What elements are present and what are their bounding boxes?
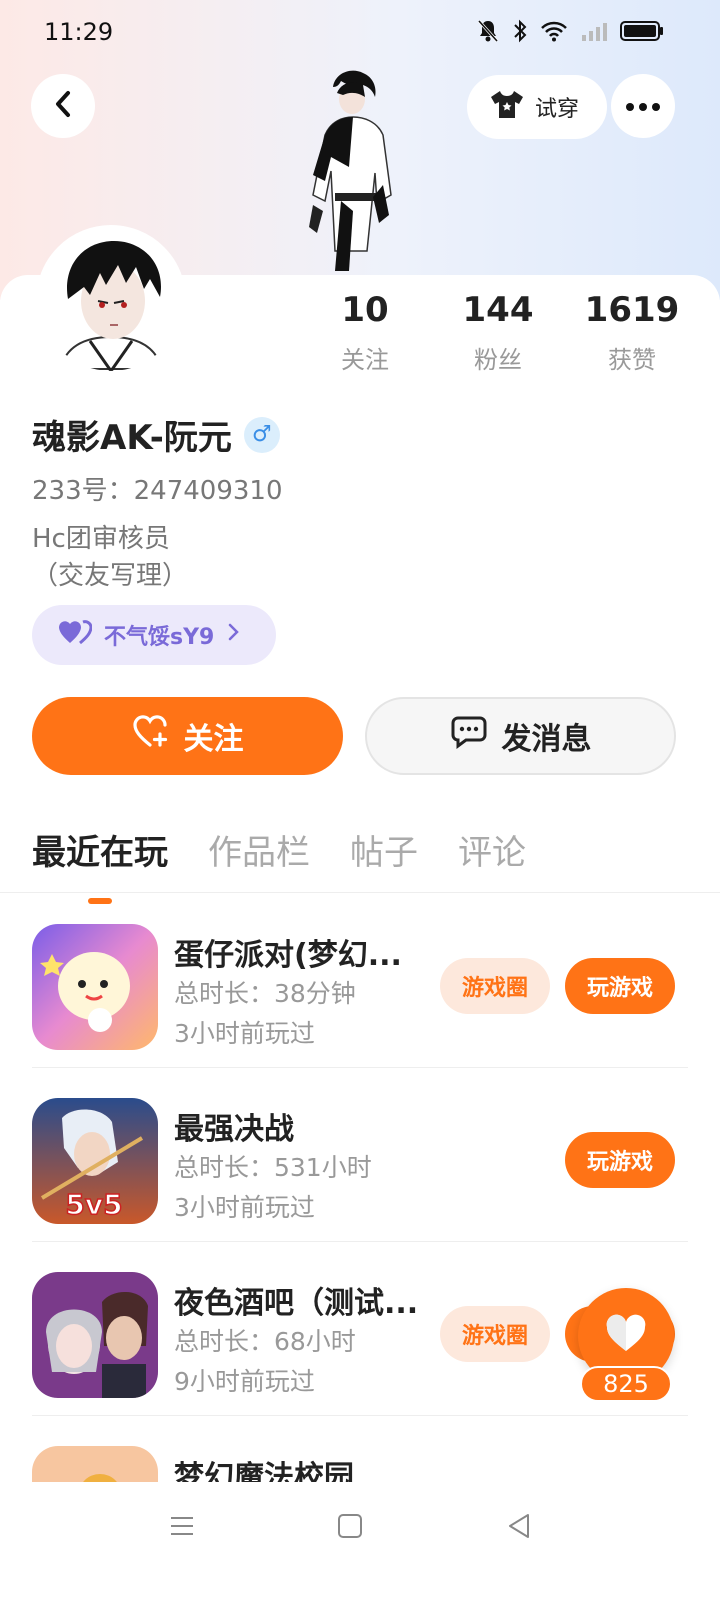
more-options-button[interactable] — [611, 74, 675, 138]
play-game-button[interactable]: 玩游戏 — [565, 1132, 675, 1188]
message-label: 发消息 — [501, 722, 592, 757]
stat-following-value: 10 — [341, 290, 389, 330]
game-list-item[interactable]: 5v5 最强决战 总时长：531小时 3小时前玩过 玩游戏 — [32, 1068, 688, 1242]
username: 魂影AK-阮元 — [32, 418, 232, 458]
game-circle-button[interactable]: 游戏圈 — [440, 958, 550, 1014]
chevron-left-icon — [52, 90, 74, 122]
bio-line-2: （交友写理） — [32, 561, 189, 591]
game-last-played: 3小时前玩过 — [174, 1019, 315, 1048]
try-on-label: 试穿 — [535, 97, 580, 122]
svg-text:5v5: 5v5 — [65, 1188, 122, 1221]
username-row: 魂影AK-阮元 ♂ — [32, 410, 280, 459]
game-title: 夜色酒吧（测试... — [174, 1286, 419, 1321]
stat-fans-label: 粉丝 — [474, 346, 522, 374]
follow-button[interactable]: 关注 — [32, 697, 343, 775]
play-game-button[interactable]: 玩游戏 — [565, 958, 675, 1014]
tshirt-icon — [489, 88, 525, 126]
game-duration: 总时长：38分钟 — [174, 979, 356, 1008]
guild-badge[interactable]: 不气馁sY9 — [32, 605, 276, 665]
follow-label: 关注 — [183, 722, 244, 757]
stat-following[interactable]: 10 关注 — [315, 290, 415, 375]
stat-likes-label: 获赞 — [608, 346, 656, 374]
game-title: 蛋仔派对(梦幻... — [174, 938, 402, 973]
stat-likes[interactable]: 1619 获赞 — [582, 290, 682, 375]
divider — [0, 892, 720, 893]
back-triangle-icon[interactable] — [505, 1512, 533, 1544]
send-message-button[interactable]: 发消息 — [365, 697, 676, 775]
like-count: 825 — [580, 1366, 672, 1402]
battery-icon — [620, 20, 664, 46]
mute-bell-icon — [476, 18, 500, 48]
bluetooth-icon — [512, 18, 528, 48]
user-id: 233号：247409310 — [32, 476, 283, 506]
stat-fans[interactable]: 144 粉丝 — [448, 290, 548, 375]
game-circle-button[interactable]: 游戏圈 — [440, 1306, 550, 1362]
back-button[interactable] — [31, 74, 95, 138]
guild-name: 不气馁sY9 — [104, 625, 215, 650]
game-last-played: 9小时前玩过 — [174, 1367, 315, 1396]
heart-plus-icon — [132, 715, 170, 757]
game-title: 最强决战 — [174, 1112, 294, 1147]
bio-line-1: Hc团审核员 — [32, 524, 170, 554]
try-on-button[interactable]: 试穿 — [467, 75, 607, 139]
status-bar: 11:29 — [0, 0, 720, 64]
stat-following-label: 关注 — [341, 346, 389, 374]
male-gender-icon: ♂ — [243, 416, 280, 453]
system-nav-bar — [0, 1482, 720, 1600]
game-icon-strongest-battle: 5v5 — [32, 1098, 158, 1224]
chat-bubble-icon — [450, 715, 488, 757]
menu-icon[interactable] — [168, 1512, 196, 1544]
game-list-item[interactable]: 蛋仔派对(梦幻... 总时长：38分钟 3小时前玩过 游戏圈 玩游戏 — [32, 894, 688, 1068]
game-duration: 总时长：68小时 — [174, 1327, 356, 1356]
game-icon-night-bar — [32, 1272, 158, 1398]
ellipsis-icon — [625, 97, 661, 116]
user-avatar[interactable] — [36, 225, 186, 375]
wifi-icon — [540, 20, 568, 46]
heart-icon — [604, 1314, 648, 1358]
signal-icon — [580, 20, 608, 46]
game-duration: 总时长：531小时 — [174, 1153, 372, 1182]
chevron-right-icon — [226, 622, 240, 648]
avatar-character-figure — [295, 65, 425, 275]
heart-pair-icon — [58, 619, 93, 651]
status-time: 11:29 — [44, 18, 114, 46]
game-icon-eggy-party — [32, 924, 158, 1050]
stat-likes-value: 1619 — [584, 290, 680, 330]
stat-fans-value: 144 — [462, 290, 534, 330]
home-square-icon[interactable] — [337, 1512, 363, 1544]
game-last-played: 3小时前玩过 — [174, 1193, 315, 1222]
